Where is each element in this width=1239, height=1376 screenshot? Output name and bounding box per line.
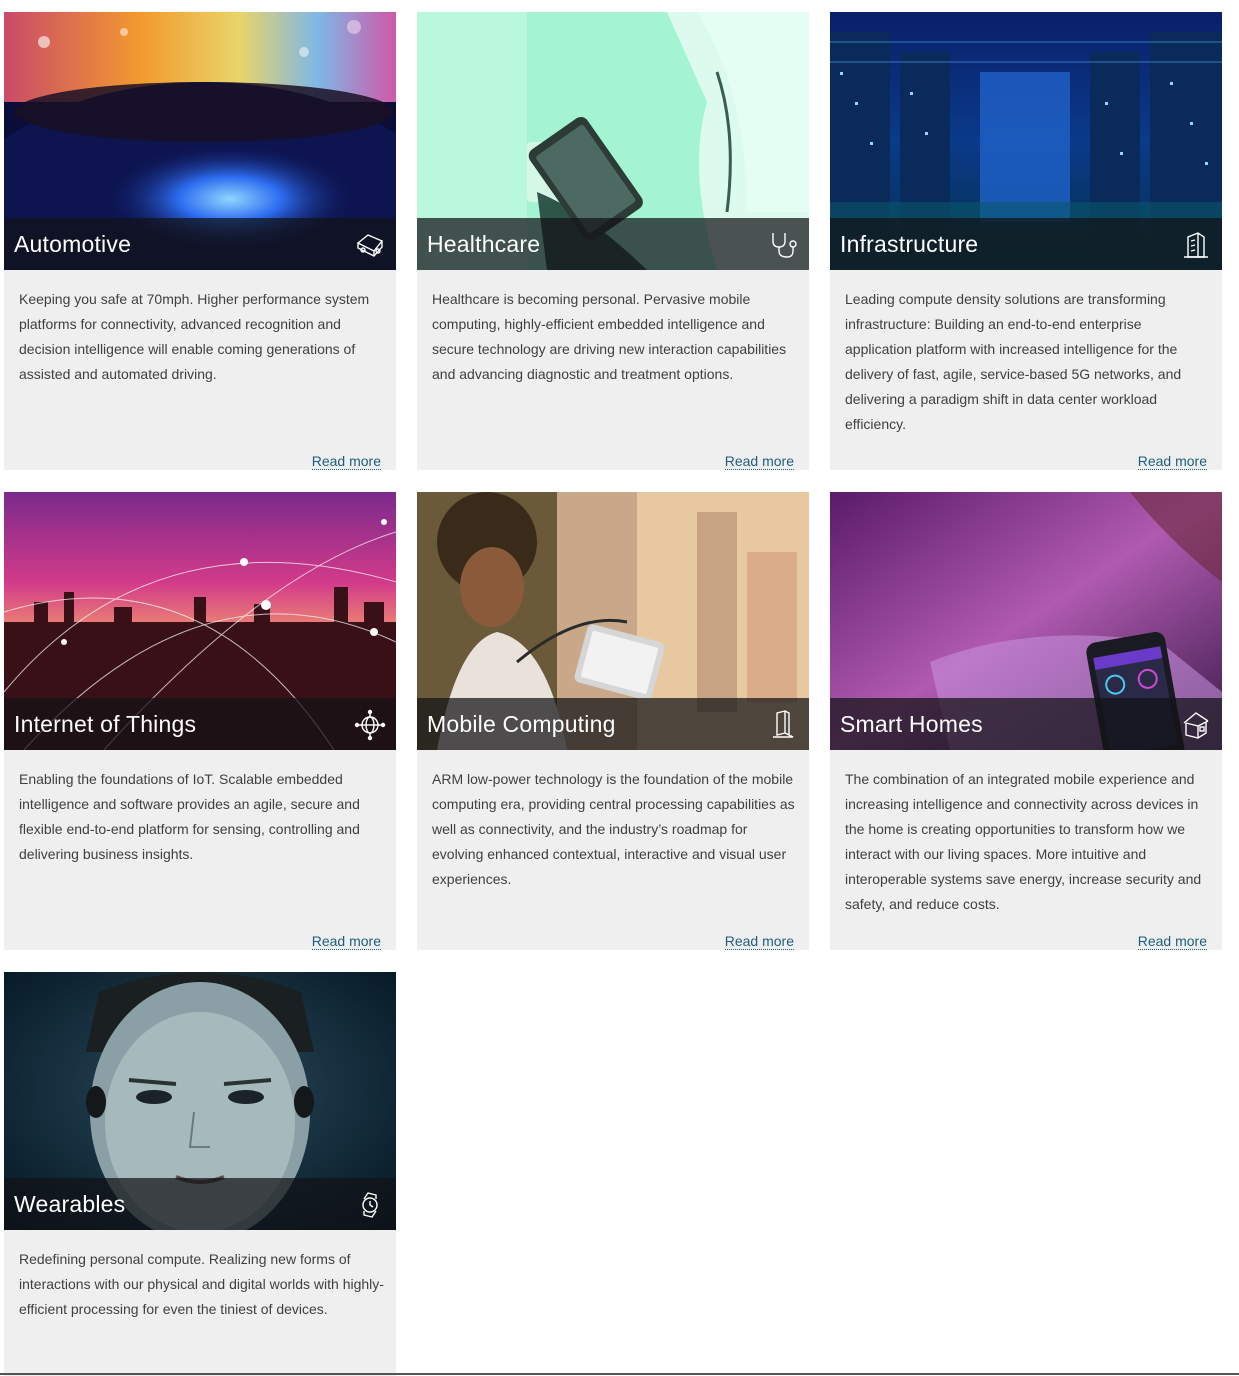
card-description: Keeping you safe at 70mph. Higher perfor… (19, 291, 370, 382)
infrastructure-image: Infrastructure (830, 12, 1222, 270)
card-description: Leading compute density solutions are tr… (845, 291, 1182, 432)
card-internet-of-things: Internet of Things Enabling the foundati… (4, 492, 396, 950)
title-bar: Mobile Computing (417, 698, 809, 750)
read-more-link[interactable]: Read more (311, 934, 381, 950)
title-bar: Internet of Things (4, 698, 396, 750)
card-title: Mobile Computing (427, 711, 616, 737)
read-more-link[interactable]: Read more (1137, 454, 1207, 470)
watch-icon (362, 1192, 378, 1218)
card-title: Automotive (14, 231, 132, 257)
card-description: Healthcare is becoming personal. Pervasi… (432, 291, 787, 382)
read-more-link[interactable]: Read more (724, 934, 794, 950)
card-smart-homes: Smart Homes The combination of an integr… (830, 492, 1222, 950)
card-title: Smart Homes (840, 711, 983, 737)
globe-network-icon (354, 709, 386, 741)
card-description: Enabling the foundations of IoT. Scalabl… (19, 771, 360, 862)
title-bar: Automotive (4, 218, 396, 270)
title-bar: Healthcare (417, 218, 809, 270)
card-description: Redefining personal compute. Realizing n… (19, 1251, 384, 1317)
card-automotive: Automotive Keeping you safe at 70mph. Hi… (4, 12, 396, 470)
card-title: Healthcare (427, 231, 541, 257)
wearables-image: Wearables (4, 972, 396, 1230)
card-title: Wearables (14, 1191, 126, 1217)
card-wearables: Wearables Redefining personal compute. R… (4, 972, 396, 1376)
title-bar: Infrastructure (830, 218, 1222, 270)
mobile-computing-image: Mobile Computing (417, 492, 809, 750)
page-bottom-rule (0, 1373, 1239, 1375)
automotive-image: Automotive (4, 12, 396, 270)
read-more-link[interactable]: Read more (724, 454, 794, 470)
read-more-link[interactable]: Read more (311, 454, 381, 470)
iot-image: Internet of Things (4, 492, 396, 750)
title-bar: Wearables (4, 1178, 396, 1230)
smart-homes-image: Smart Homes (830, 492, 1222, 750)
card-infrastructure: Infrastructure Leading compute density s… (830, 12, 1222, 470)
card-title: Infrastructure (840, 231, 979, 257)
title-bar: Smart Homes (830, 698, 1222, 750)
car-icon (356, 234, 384, 257)
read-more-link[interactable]: Read more (1137, 934, 1207, 950)
healthcare-image: Healthcare (417, 12, 809, 270)
card-description: ARM low-power technology is the foundati… (432, 771, 795, 887)
card-description: The combination of an integrated mobile … (845, 771, 1202, 912)
house-icon (1183, 712, 1209, 739)
card-healthcare: Healthcare Healthcare is becoming person… (417, 12, 809, 470)
card-title: Internet of Things (14, 711, 197, 737)
card-mobile-computing: Mobile Computing ARM low-power technolog… (417, 492, 809, 950)
building-icon (1184, 232, 1208, 258)
phone-icon (773, 710, 794, 738)
stethoscope-icon (772, 233, 797, 258)
